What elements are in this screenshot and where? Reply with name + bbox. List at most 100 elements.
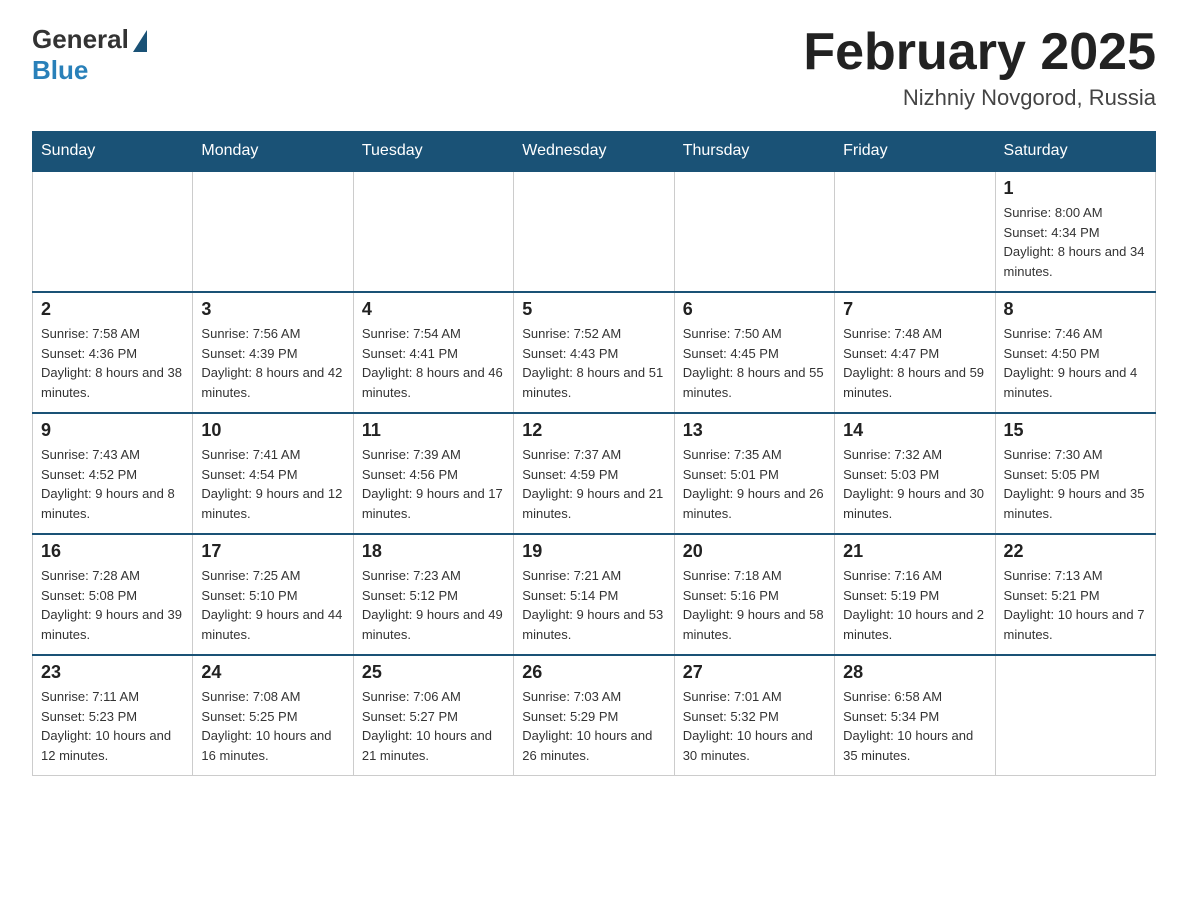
- day-info: Sunrise: 7:06 AM Sunset: 5:27 PM Dayligh…: [362, 687, 505, 765]
- day-number: 10: [201, 420, 344, 441]
- calendar-day-cell: [835, 171, 995, 292]
- day-number: 24: [201, 662, 344, 683]
- day-number: 5: [522, 299, 665, 320]
- calendar-day-cell: 23 Sunrise: 7:11 AM Sunset: 5:23 PM Dayli…: [33, 655, 193, 776]
- day-number: 21: [843, 541, 986, 562]
- day-number: 18: [362, 541, 505, 562]
- calendar-day-cell: [353, 171, 513, 292]
- day-number: 14: [843, 420, 986, 441]
- calendar-day-cell: 22 Sunrise: 7:13 AM Sunset: 5:21 PM Dayli…: [995, 534, 1155, 655]
- day-info: Sunrise: 7:54 AM Sunset: 4:41 PM Dayligh…: [362, 324, 505, 402]
- logo-general-text: General: [32, 24, 129, 55]
- day-number: 17: [201, 541, 344, 562]
- calendar-day-cell: 24 Sunrise: 7:08 AM Sunset: 5:25 PM Dayli…: [193, 655, 353, 776]
- day-number: 1: [1004, 178, 1147, 199]
- calendar-day-cell: 1 Sunrise: 8:00 AM Sunset: 4:34 PM Daylig…: [995, 171, 1155, 292]
- weekday-header: Thursday: [674, 132, 834, 172]
- logo-blue-text: Blue: [32, 55, 88, 86]
- calendar-day-cell: 25 Sunrise: 7:06 AM Sunset: 5:27 PM Dayli…: [353, 655, 513, 776]
- calendar-day-cell: 26 Sunrise: 7:03 AM Sunset: 5:29 PM Dayli…: [514, 655, 674, 776]
- calendar-day-cell: 27Sunrise: 7:01 AM Sunset: 5:32 PM Dayli…: [674, 655, 834, 776]
- calendar-day-cell: 16Sunrise: 7:28 AM Sunset: 5:08 PM Dayli…: [33, 534, 193, 655]
- calendar-week-row: 16Sunrise: 7:28 AM Sunset: 5:08 PM Dayli…: [33, 534, 1156, 655]
- calendar-day-cell: [514, 171, 674, 292]
- day-number: 19: [522, 541, 665, 562]
- day-number: 28: [843, 662, 986, 683]
- day-info: Sunrise: 7:41 AM Sunset: 4:54 PM Dayligh…: [201, 445, 344, 523]
- calendar-day-cell: 4Sunrise: 7:54 AM Sunset: 4:41 PM Daylig…: [353, 292, 513, 413]
- weekday-header: Sunday: [33, 132, 193, 172]
- day-number: 26: [522, 662, 665, 683]
- day-info: Sunrise: 7:11 AM Sunset: 5:23 PM Dayligh…: [41, 687, 184, 765]
- day-info: Sunrise: 7:58 AM Sunset: 4:36 PM Dayligh…: [41, 324, 184, 402]
- day-info: Sunrise: 7:08 AM Sunset: 5:25 PM Dayligh…: [201, 687, 344, 765]
- title-section: February 2025 Nizhniy Novgorod, Russia: [803, 24, 1156, 111]
- day-info: Sunrise: 7:01 AM Sunset: 5:32 PM Dayligh…: [683, 687, 826, 765]
- day-info: Sunrise: 7:18 AM Sunset: 5:16 PM Dayligh…: [683, 566, 826, 644]
- calendar-day-cell: 3 Sunrise: 7:56 AM Sunset: 4:39 PM Daylig…: [193, 292, 353, 413]
- weekday-header: Saturday: [995, 132, 1155, 172]
- calendar-week-row: 23 Sunrise: 7:11 AM Sunset: 5:23 PM Dayli…: [33, 655, 1156, 776]
- calendar-day-cell: 21 Sunrise: 7:16 AM Sunset: 5:19 PM Dayli…: [835, 534, 995, 655]
- calendar-week-row: 2 Sunrise: 7:58 AM Sunset: 4:36 PM Daylig…: [33, 292, 1156, 413]
- day-info: Sunrise: 7:39 AM Sunset: 4:56 PM Dayligh…: [362, 445, 505, 523]
- day-info: Sunrise: 7:46 AM Sunset: 4:50 PM Dayligh…: [1004, 324, 1147, 402]
- calendar-week-row: 9 Sunrise: 7:43 AM Sunset: 4:52 PM Daylig…: [33, 413, 1156, 534]
- location-text: Nizhniy Novgorod, Russia: [803, 85, 1156, 111]
- calendar-day-cell: 6Sunrise: 7:50 AM Sunset: 4:45 PM Daylig…: [674, 292, 834, 413]
- day-info: Sunrise: 7:13 AM Sunset: 5:21 PM Dayligh…: [1004, 566, 1147, 644]
- weekday-header: Friday: [835, 132, 995, 172]
- day-number: 25: [362, 662, 505, 683]
- page-header: General Blue February 2025 Nizhniy Novgo…: [32, 24, 1156, 111]
- day-info: Sunrise: 7:43 AM Sunset: 4:52 PM Dayligh…: [41, 445, 184, 523]
- calendar-table: SundayMondayTuesdayWednesdayThursdayFrid…: [32, 131, 1156, 776]
- weekday-header: Monday: [193, 132, 353, 172]
- day-number: 15: [1004, 420, 1147, 441]
- calendar-day-cell: 14Sunrise: 7:32 AM Sunset: 5:03 PM Dayli…: [835, 413, 995, 534]
- logo: General Blue: [32, 24, 147, 86]
- calendar-day-cell: 12Sunrise: 7:37 AM Sunset: 4:59 PM Dayli…: [514, 413, 674, 534]
- weekday-header: Tuesday: [353, 132, 513, 172]
- calendar-day-cell: 13 Sunrise: 7:35 AM Sunset: 5:01 PM Dayli…: [674, 413, 834, 534]
- day-number: 9: [41, 420, 184, 441]
- day-number: 2: [41, 299, 184, 320]
- calendar-week-row: 1 Sunrise: 8:00 AM Sunset: 4:34 PM Daylig…: [33, 171, 1156, 292]
- day-number: 7: [843, 299, 986, 320]
- calendar-day-cell: 19Sunrise: 7:21 AM Sunset: 5:14 PM Dayli…: [514, 534, 674, 655]
- calendar-day-cell: 8 Sunrise: 7:46 AM Sunset: 4:50 PM Daylig…: [995, 292, 1155, 413]
- day-info: Sunrise: 7:30 AM Sunset: 5:05 PM Dayligh…: [1004, 445, 1147, 523]
- weekday-header: Wednesday: [514, 132, 674, 172]
- calendar-day-cell: 17 Sunrise: 7:25 AM Sunset: 5:10 PM Dayli…: [193, 534, 353, 655]
- calendar-day-cell: [193, 171, 353, 292]
- day-info: Sunrise: 7:48 AM Sunset: 4:47 PM Dayligh…: [843, 324, 986, 402]
- day-info: Sunrise: 7:16 AM Sunset: 5:19 PM Dayligh…: [843, 566, 986, 644]
- calendar-day-cell: 9 Sunrise: 7:43 AM Sunset: 4:52 PM Daylig…: [33, 413, 193, 534]
- day-info: Sunrise: 7:56 AM Sunset: 4:39 PM Dayligh…: [201, 324, 344, 402]
- day-info: Sunrise: 7:50 AM Sunset: 4:45 PM Dayligh…: [683, 324, 826, 402]
- day-number: 22: [1004, 541, 1147, 562]
- calendar-day-cell: 11 Sunrise: 7:39 AM Sunset: 4:56 PM Dayli…: [353, 413, 513, 534]
- calendar-day-cell: [33, 171, 193, 292]
- calendar-day-cell: [674, 171, 834, 292]
- day-number: 20: [683, 541, 826, 562]
- day-number: 8: [1004, 299, 1147, 320]
- day-number: 3: [201, 299, 344, 320]
- calendar-day-cell: 2 Sunrise: 7:58 AM Sunset: 4:36 PM Daylig…: [33, 292, 193, 413]
- logo-triangle-icon: [133, 30, 147, 52]
- calendar-day-cell: 15 Sunrise: 7:30 AM Sunset: 5:05 PM Dayli…: [995, 413, 1155, 534]
- calendar-day-cell: 10 Sunrise: 7:41 AM Sunset: 4:54 PM Dayli…: [193, 413, 353, 534]
- day-info: Sunrise: 7:23 AM Sunset: 5:12 PM Dayligh…: [362, 566, 505, 644]
- calendar-header-row: SundayMondayTuesdayWednesdayThursdayFrid…: [33, 132, 1156, 172]
- calendar-day-cell: [995, 655, 1155, 776]
- day-number: 12: [522, 420, 665, 441]
- calendar-day-cell: 20 Sunrise: 7:18 AM Sunset: 5:16 PM Dayli…: [674, 534, 834, 655]
- day-info: Sunrise: 7:25 AM Sunset: 5:10 PM Dayligh…: [201, 566, 344, 644]
- day-number: 16: [41, 541, 184, 562]
- day-info: Sunrise: 8:00 AM Sunset: 4:34 PM Dayligh…: [1004, 203, 1147, 281]
- day-number: 13: [683, 420, 826, 441]
- day-number: 11: [362, 420, 505, 441]
- day-number: 23: [41, 662, 184, 683]
- calendar-day-cell: 7 Sunrise: 7:48 AM Sunset: 4:47 PM Daylig…: [835, 292, 995, 413]
- day-info: Sunrise: 7:35 AM Sunset: 5:01 PM Dayligh…: [683, 445, 826, 523]
- day-info: Sunrise: 7:03 AM Sunset: 5:29 PM Dayligh…: [522, 687, 665, 765]
